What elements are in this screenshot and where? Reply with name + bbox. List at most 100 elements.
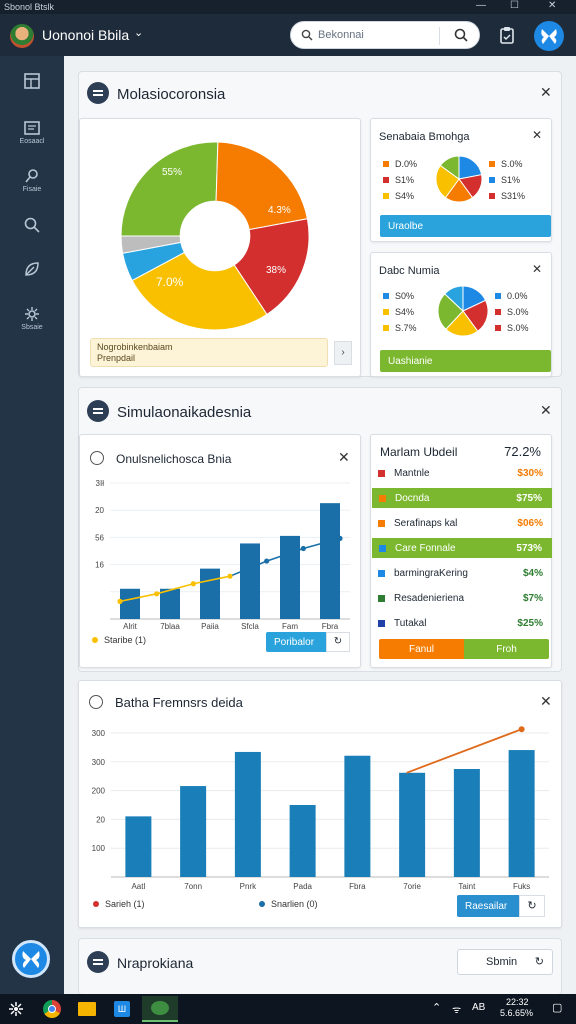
chart-legend: Snarlien (0)	[259, 899, 318, 909]
list-item-label: Resadenieriena	[394, 592, 465, 604]
chrome-icon[interactable]	[43, 1000, 61, 1018]
app-taskbar-icon[interactable]: Ш	[114, 1001, 130, 1017]
sidebar-item-pin[interactable]: Fisaie	[0, 168, 64, 193]
submit-button[interactable]: Sbmin ↻	[457, 949, 553, 975]
sidebar-item-dashboard[interactable]: Eosaacl	[0, 120, 64, 145]
close-icon[interactable]: ✕	[532, 262, 542, 276]
sidebar-item-layout[interactable]	[0, 72, 64, 92]
bar	[240, 543, 260, 619]
search-input[interactable]: Bekonnai	[318, 29, 364, 41]
list-title: Marlam Ubdeil	[380, 445, 458, 459]
bar	[160, 588, 180, 619]
trend-point	[227, 573, 233, 579]
panel-title: Simulaonaikadesnia	[117, 404, 252, 421]
maximize-icon[interactable]: ☐	[510, 0, 519, 11]
legend-item: S.7%	[383, 323, 417, 333]
close-window-icon[interactable]: ✕	[548, 0, 556, 11]
list-item[interactable]: Care Fonnale 573%	[372, 538, 552, 558]
minimize-icon[interactable]: —	[476, 0, 486, 11]
wifi-icon[interactable]: ᯤ	[452, 1002, 461, 1016]
x-tick-label: 7onn	[184, 882, 202, 891]
sidebar: Eosaacl Fisaie Sbsaie	[0, 56, 64, 994]
list-item[interactable]: Serafinaps kal $06%	[371, 513, 553, 533]
folder-icon[interactable]	[78, 1002, 96, 1016]
x-tick-label: Fbra	[322, 622, 339, 631]
trend-point	[300, 545, 306, 552]
donut-label: 7.0%	[156, 275, 184, 289]
bar	[125, 816, 152, 877]
x-tick-label: Sfcla	[241, 622, 259, 631]
pie-chart-b	[437, 285, 489, 337]
card-b-button[interactable]: Uashianie	[380, 350, 551, 372]
menu-icon[interactable]	[87, 82, 109, 104]
active-app-taskbar-item[interactable]	[142, 996, 178, 1022]
chart-select-radio[interactable]	[90, 451, 104, 465]
chart-action-button[interactable]: Poribalor	[266, 632, 326, 652]
bar	[280, 535, 300, 619]
x-tick-label: Alrit	[123, 622, 138, 631]
trend-point	[264, 558, 270, 564]
sidebar-item-leaf[interactable]	[0, 260, 64, 280]
menu-icon[interactable]	[87, 400, 109, 422]
list-item-label: Serafinaps kal	[394, 517, 458, 529]
bar	[180, 786, 207, 877]
chevron-up-icon[interactable]: ⌃	[432, 1001, 441, 1014]
search-icon[interactable]	[453, 27, 469, 43]
y-tick-label: 200	[92, 787, 106, 796]
close-icon[interactable]: ✕	[540, 693, 552, 710]
legend-swatch	[379, 494, 386, 502]
trend-point	[518, 726, 525, 733]
notification-icon[interactable]: ▢	[552, 1001, 562, 1014]
pie-slice	[215, 141, 308, 231]
list-item-label: Care Fonnale	[395, 542, 456, 554]
legend-item: S.0%	[495, 323, 529, 333]
sidebar-item-search[interactable]	[0, 216, 64, 236]
windows-start-icon[interactable]	[8, 1001, 24, 1017]
list-item[interactable]: Docnda $75%	[372, 488, 552, 508]
x-tick-label: Fam	[282, 622, 298, 631]
list-item[interactable]: barmingraKering $4%	[371, 563, 553, 583]
sidebar-item-settings[interactable]: Sbsaie	[0, 306, 64, 331]
note-line: Nogrobinkenbaiam	[97, 342, 173, 352]
search-field-icon	[301, 29, 313, 41]
note-next-button[interactable]: ›	[334, 341, 352, 365]
legend-swatch	[92, 637, 98, 643]
panel-overview: Molasiocoronsia ✕ 55% 4.3% 38% 7.0% Nogr…	[78, 71, 562, 377]
sidebar-item-label: Sbsaie	[21, 324, 43, 331]
close-icon[interactable]: ✕	[338, 449, 350, 466]
list-item-label: Mantnle	[394, 467, 430, 479]
list-action-left-button[interactable]: Fanul	[379, 639, 464, 659]
legend-swatch	[378, 569, 385, 577]
list-item[interactable]: Mantnle $30%	[371, 463, 553, 483]
close-icon[interactable]: ✕	[540, 84, 552, 101]
refresh-icon[interactable]: ↻	[519, 895, 545, 917]
search-box[interactable]: Bekonnai	[290, 21, 480, 49]
chart-select-radio[interactable]	[89, 695, 103, 709]
avatar[interactable]	[10, 24, 34, 48]
app-logo-button[interactable]	[534, 21, 564, 51]
floating-action-button[interactable]	[12, 940, 50, 978]
list-action-right-button[interactable]: Froh	[464, 639, 549, 659]
menu-icon[interactable]	[87, 951, 109, 973]
close-icon[interactable]: ✕	[532, 128, 542, 142]
close-icon[interactable]: ✕	[540, 402, 552, 419]
list-item[interactable]: Tutakal $25%	[371, 613, 553, 633]
chevron-down-icon[interactable]: ⌄	[134, 26, 143, 39]
list-item[interactable]: Resadenieriena $7%	[371, 588, 553, 608]
list-item-value: $75%	[516, 492, 542, 504]
donut-label: 55%	[162, 167, 183, 178]
chart-action-button[interactable]: Raesailar	[457, 895, 519, 917]
butterfly-icon	[541, 29, 557, 44]
card-a-button[interactable]: Uraolbe	[380, 215, 551, 237]
refresh-icon[interactable]: ↻	[326, 632, 350, 652]
list-item-value: $30%	[517, 467, 543, 479]
legend-swatch	[378, 469, 385, 477]
mini-card-a: Senabaia Bmohga ✕ D.0% S1% S4% S.0% S1% …	[370, 118, 552, 242]
legend-item: D.0%	[383, 159, 417, 169]
summary-list-card: Marlam Ubdeil 72.2% Mantnle $30% Docnda $75…	[370, 434, 552, 668]
clipboard-icon[interactable]	[498, 25, 516, 45]
list-item-label: Docnda	[395, 492, 430, 504]
volume-icon[interactable]: AB	[472, 1002, 485, 1013]
top-bar: Uononoi Bbila ⌄ Bekonnai	[0, 14, 576, 56]
legend-swatch	[495, 309, 501, 315]
